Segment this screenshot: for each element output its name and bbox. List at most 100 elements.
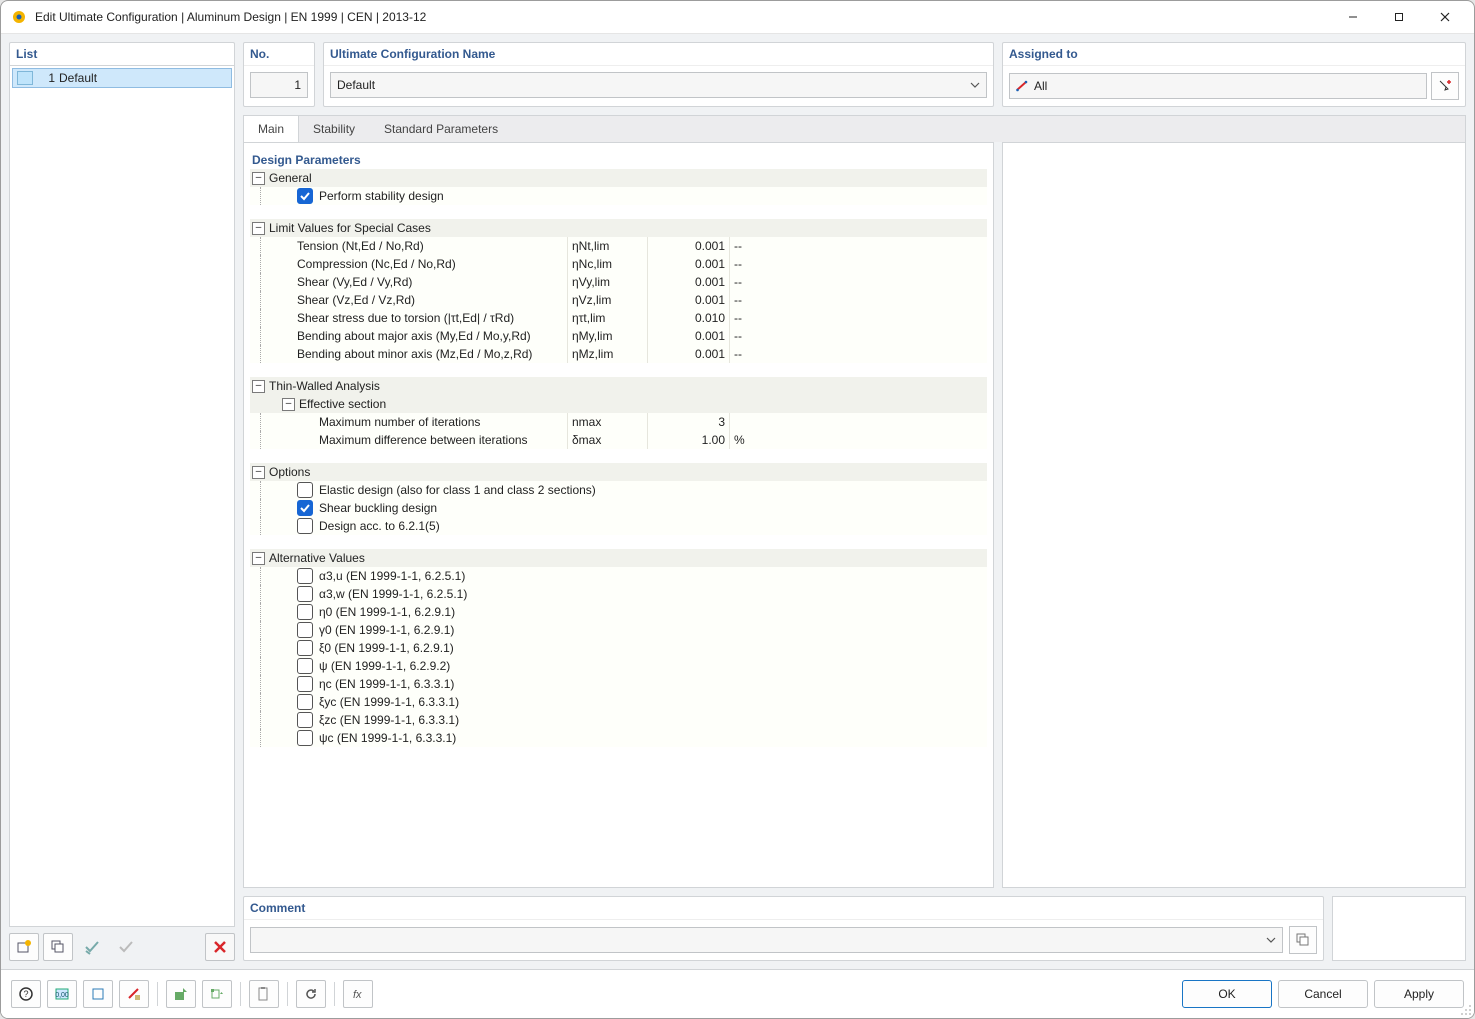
table-row[interactable]: Bending about major axis (My,Ed / Mo,y,R… bbox=[250, 327, 987, 345]
cancel-button[interactable]: Cancel bbox=[1278, 980, 1368, 1008]
group-limit[interactable]: –Limit Values for Special Cases bbox=[250, 219, 987, 237]
checkbox[interactable] bbox=[297, 622, 313, 638]
tab-main[interactable]: Main bbox=[244, 116, 299, 142]
row-value[interactable]: 0.001 bbox=[695, 239, 725, 253]
apply-button[interactable]: Apply bbox=[1374, 980, 1464, 1008]
view-button[interactable] bbox=[83, 980, 113, 1008]
import-button[interactable] bbox=[202, 980, 232, 1008]
list-item[interactable]: 1 Default bbox=[12, 68, 232, 88]
table-row[interactable]: Shear (Vy,Ed / Vy,Rd)ηVy,lim0.001-- bbox=[250, 273, 987, 291]
table-row[interactable]: Maximum number of iterationsnmax3 bbox=[250, 413, 987, 431]
collapse-icon[interactable]: – bbox=[252, 172, 265, 185]
group-options[interactable]: –Options bbox=[250, 463, 987, 481]
members-button[interactable] bbox=[119, 980, 149, 1008]
clipboard-button[interactable] bbox=[249, 980, 279, 1008]
table-row[interactable]: ξ0 (EN 1999-1-1, 6.2.9.1) bbox=[250, 639, 987, 657]
row-label: α3,w (EN 1999-1-1, 6.2.5.1) bbox=[319, 587, 467, 601]
pick-members-button[interactable] bbox=[1431, 72, 1459, 100]
row-value[interactable]: 0.001 bbox=[695, 329, 725, 343]
table-row[interactable]: Bending about minor axis (Mz,Ed / Mo,z,R… bbox=[250, 345, 987, 363]
help-button[interactable]: ? bbox=[11, 980, 41, 1008]
checkbox[interactable] bbox=[297, 658, 313, 674]
checkbox[interactable] bbox=[297, 676, 313, 692]
number-field[interactable]: 1 bbox=[250, 72, 308, 98]
row-value[interactable]: 0.001 bbox=[695, 275, 725, 289]
table-row[interactable]: α3,w (EN 1999-1-1, 6.2.5.1) bbox=[250, 585, 987, 603]
units-button[interactable]: 0,00 bbox=[47, 980, 77, 1008]
comment-dropdown[interactable] bbox=[250, 927, 1283, 953]
maximize-button[interactable] bbox=[1376, 1, 1422, 33]
check-all-button[interactable] bbox=[77, 933, 107, 961]
row-label: Maximum difference between iterations bbox=[319, 433, 528, 447]
group-label: Thin-Walled Analysis bbox=[269, 379, 380, 393]
checkbox[interactable] bbox=[297, 640, 313, 656]
close-button[interactable] bbox=[1422, 1, 1468, 33]
checkbox[interactable] bbox=[297, 500, 313, 516]
checkbox[interactable] bbox=[297, 694, 313, 710]
table-row[interactable]: ηc (EN 1999-1-1, 6.3.3.1) bbox=[250, 675, 987, 693]
group-general[interactable]: –General bbox=[250, 169, 987, 187]
comment-card: Comment bbox=[243, 896, 1324, 961]
checkbox[interactable] bbox=[297, 604, 313, 620]
collapse-icon[interactable]: – bbox=[252, 222, 265, 235]
group-effective-section[interactable]: –Effective section bbox=[250, 395, 987, 413]
table-row[interactable]: Shear (Vz,Ed / Vz,Rd)ηVz,lim0.001-- bbox=[250, 291, 987, 309]
table-row[interactable]: γ0 (EN 1999-1-1, 6.2.9.1) bbox=[250, 621, 987, 639]
table-row[interactable]: ξzc (EN 1999-1-1, 6.3.3.1) bbox=[250, 711, 987, 729]
checkbox[interactable] bbox=[297, 482, 313, 498]
name-dropdown[interactable]: Default bbox=[330, 72, 987, 98]
table-row[interactable]: Design acc. to 6.2.1(5) bbox=[250, 517, 987, 535]
group-alt[interactable]: –Alternative Values bbox=[250, 549, 987, 567]
checkbox[interactable] bbox=[297, 518, 313, 534]
name-header: Ultimate Configuration Name bbox=[324, 43, 993, 66]
ok-button[interactable]: OK bbox=[1182, 980, 1272, 1008]
delete-item-button[interactable] bbox=[205, 933, 235, 961]
uncheck-all-button[interactable] bbox=[111, 933, 141, 961]
table-row[interactable]: ξyc (EN 1999-1-1, 6.3.3.1) bbox=[250, 693, 987, 711]
export-button[interactable] bbox=[166, 980, 196, 1008]
table-row[interactable]: ψc (EN 1999-1-1, 6.3.3.1) bbox=[250, 729, 987, 747]
name-card: Ultimate Configuration Name Default bbox=[323, 42, 994, 107]
table-row[interactable]: Elastic design (also for class 1 and cla… bbox=[250, 481, 987, 499]
table-row[interactable]: Shear stress due to torsion (|τt,Ed| / τ… bbox=[250, 309, 987, 327]
row-value[interactable]: 0.010 bbox=[695, 311, 725, 325]
row-value[interactable]: 3 bbox=[718, 415, 725, 429]
group-label: Effective section bbox=[299, 397, 386, 411]
table-row[interactable]: α3,u (EN 1999-1-1, 6.2.5.1) bbox=[250, 567, 987, 585]
formula-button[interactable]: fx bbox=[343, 980, 373, 1008]
table-row[interactable]: η0 (EN 1999-1-1, 6.2.9.1) bbox=[250, 603, 987, 621]
minimize-button[interactable] bbox=[1330, 1, 1376, 33]
checkbox[interactable] bbox=[297, 712, 313, 728]
row-value[interactable]: 1.00 bbox=[702, 433, 725, 447]
reset-button[interactable] bbox=[296, 980, 326, 1008]
collapse-icon[interactable]: – bbox=[252, 466, 265, 479]
row-label: Bending about major axis (My,Ed / Mo,y,R… bbox=[297, 329, 531, 343]
checkbox[interactable] bbox=[297, 568, 313, 584]
assigned-field[interactable]: All bbox=[1009, 73, 1427, 99]
table-row[interactable]: ψ (EN 1999-1-1, 6.2.9.2) bbox=[250, 657, 987, 675]
row-label: Tension (Nt,Ed / No,Rd) bbox=[297, 239, 424, 253]
table-row[interactable]: Shear buckling design bbox=[250, 499, 987, 517]
row-value[interactable]: 0.001 bbox=[695, 347, 725, 361]
collapse-icon[interactable]: – bbox=[282, 398, 295, 411]
comment-header: Comment bbox=[244, 897, 1323, 920]
collapse-icon[interactable]: – bbox=[252, 552, 265, 565]
tab-stability[interactable]: Stability bbox=[299, 116, 370, 142]
copy-item-button[interactable] bbox=[43, 933, 73, 961]
group-thin[interactable]: –Thin-Walled Analysis bbox=[250, 377, 987, 395]
row-perform-stability[interactable]: Perform stability design bbox=[250, 187, 987, 205]
new-item-button[interactable] bbox=[9, 933, 39, 961]
comment-pick-button[interactable] bbox=[1289, 926, 1317, 954]
collapse-icon[interactable]: – bbox=[252, 380, 265, 393]
list-body[interactable]: 1 Default bbox=[9, 65, 235, 927]
checkbox[interactable] bbox=[297, 730, 313, 746]
resize-grip-icon[interactable] bbox=[1460, 1004, 1472, 1016]
checkbox-perform-stability[interactable] bbox=[297, 188, 313, 204]
table-row[interactable]: Maximum difference between iterationsδma… bbox=[250, 431, 987, 449]
checkbox[interactable] bbox=[297, 586, 313, 602]
tab-standard[interactable]: Standard Parameters bbox=[370, 116, 513, 142]
row-value[interactable]: 0.001 bbox=[695, 257, 725, 271]
table-row[interactable]: Compression (Nc,Ed / No,Rd)ηNc,lim0.001-… bbox=[250, 255, 987, 273]
row-value[interactable]: 0.001 bbox=[695, 293, 725, 307]
table-row[interactable]: Tension (Nt,Ed / No,Rd)ηNt,lim0.001-- bbox=[250, 237, 987, 255]
